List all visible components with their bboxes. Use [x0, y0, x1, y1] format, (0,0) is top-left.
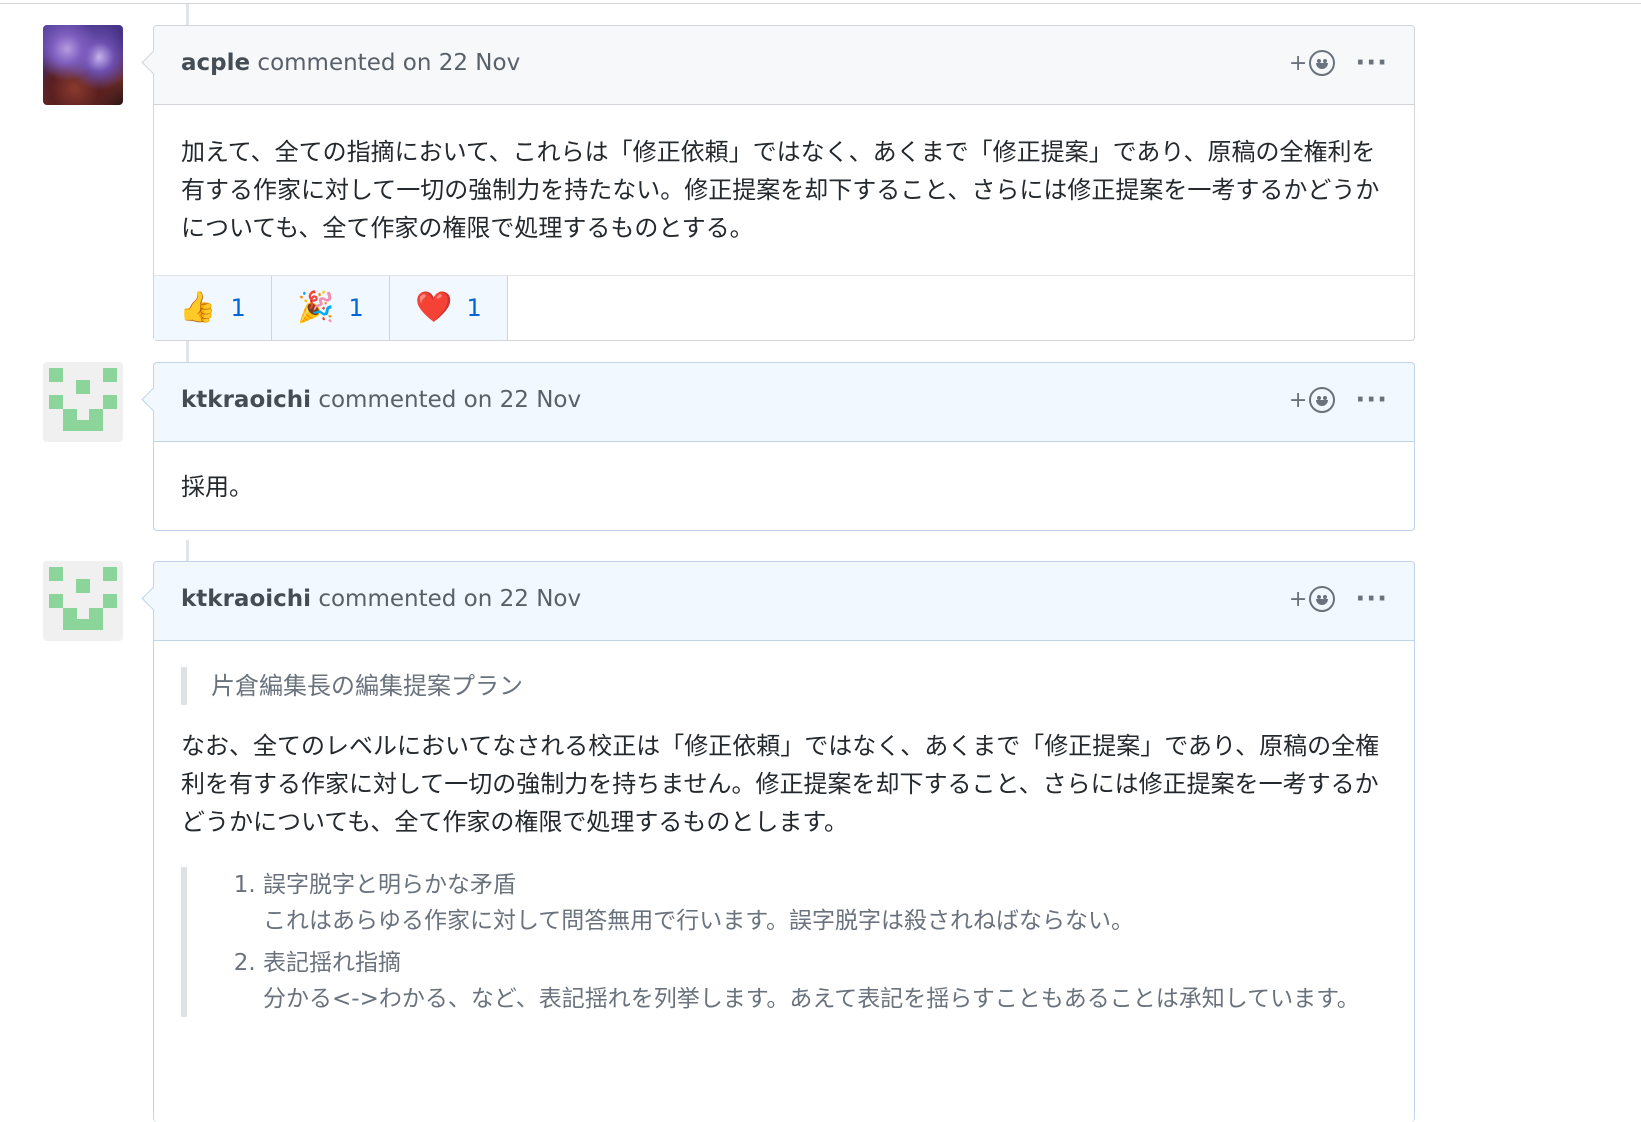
comment-header-text: acple commented on 22 Nov — [181, 50, 520, 76]
tada-icon: 🎉 — [297, 290, 335, 325]
comment-body: 採用。 — [181, 473, 253, 501]
comment: ktkraoichi commented on 22 Nov + ··· 片倉編… — [43, 561, 1415, 1122]
timeline-connector — [186, 4, 189, 25]
comment-header: ktkraoichi commented on 22 Nov + ··· — [154, 562, 1414, 641]
plus-icon: + — [1288, 586, 1308, 612]
comment-header-text: ktkraoichi commented on 22 Nov — [181, 387, 581, 413]
comment-box: ktkraoichi commented on 22 Nov + ··· 採用。 — [153, 362, 1415, 531]
comment-actions: + ··· — [1289, 50, 1388, 76]
comment-meta[interactable]: commented on 22 Nov — [318, 387, 581, 413]
comment: acple commented on 22 Nov + ··· 加えて、全ての指… — [43, 25, 1415, 341]
comment-body: 加えて、全ての指摘において、これらは「修正依頼」ではなく、あくまで「修正提案」で… — [181, 138, 1380, 242]
comment-actions: + ··· — [1289, 387, 1388, 413]
smiley-icon — [1309, 586, 1336, 612]
add-reaction-button[interactable]: + — [1288, 586, 1336, 612]
comment-actions: + ··· — [1289, 586, 1388, 612]
comment-box: acple commented on 22 Nov + ··· 加えて、全ての指… — [153, 25, 1415, 341]
list-item: 誤字脱字と明らかな矛盾 これはあらゆる作家に対して問答無用で行います。誤字脱字は… — [263, 867, 1387, 939]
comment-header: acple commented on 22 Nov + ··· — [154, 26, 1414, 105]
comment-box: ktkraoichi commented on 22 Nov + ··· 片倉編… — [153, 561, 1415, 1122]
avatar[interactable] — [43, 362, 123, 442]
more-options-button[interactable]: ··· — [1355, 586, 1388, 612]
comment-meta[interactable]: commented on 22 Nov — [318, 586, 581, 612]
comment-header: ktkraoichi commented on 22 Nov + ··· — [154, 363, 1414, 442]
comment-body: 片倉編集長の編集提案プラン なお、全てのレベルにおいてなされる校正は「修正依頼」… — [154, 641, 1414, 1049]
author-link[interactable]: acple — [181, 50, 250, 76]
smiley-icon — [1309, 387, 1336, 413]
ordered-list: 誤字脱字と明らかな矛盾 これはあらゆる作家に対して問答無用で行います。誤字脱字は… — [211, 867, 1387, 1017]
list-item: 表記揺れ指摘 分かる<->わかる、など、表記揺れを列挙します。あえて表記を揺らす… — [263, 945, 1387, 1017]
avatar[interactable] — [43, 25, 123, 105]
smiley-icon — [1309, 50, 1336, 76]
reaction-thumbs-up[interactable]: 👍 1 — [154, 276, 272, 340]
reaction-heart[interactable]: ❤️ 1 — [390, 276, 508, 340]
more-options-button[interactable]: ··· — [1355, 387, 1388, 413]
comment: ktkraoichi commented on 22 Nov + ··· 採用。 — [43, 362, 1415, 531]
more-options-button[interactable]: ··· — [1355, 50, 1388, 76]
reaction-tada[interactable]: 🎉 1 — [272, 276, 390, 340]
top-divider — [0, 0, 1641, 4]
timeline-connector — [186, 341, 189, 363]
avatar[interactable] — [43, 561, 123, 641]
list-item-desc: これはあらゆる作家に対して問答無用で行います。誤字脱字は殺されねばならない。 — [263, 908, 1135, 934]
add-reaction-button[interactable]: + — [1288, 387, 1336, 413]
reaction-count: 1 — [348, 294, 364, 322]
blockquote: 片倉編集長の編集提案プラン — [181, 667, 1387, 705]
author-link[interactable]: ktkraoichi — [181, 387, 311, 413]
timeline-connector — [186, 540, 189, 562]
comment-meta[interactable]: commented on 22 Nov — [257, 50, 520, 76]
reaction-count: 1 — [230, 294, 246, 322]
comment-header-text: ktkraoichi commented on 22 Nov — [181, 586, 581, 612]
heart-icon: ❤️ — [415, 290, 453, 325]
plus-icon: + — [1288, 387, 1308, 413]
author-link[interactable]: ktkraoichi — [181, 586, 311, 612]
blockquote-list: 誤字脱字と明らかな矛盾 これはあらゆる作家に対して問答無用で行います。誤字脱字は… — [181, 867, 1387, 1017]
reaction-count: 1 — [466, 294, 482, 322]
paragraph: なお、全てのレベルにおいてなされる校正は「修正依頼」ではなく、あくまで「修正提案… — [181, 732, 1380, 836]
reactions-bar: 👍 1 🎉 1 ❤️ 1 — [154, 275, 1414, 340]
list-item-title: 表記揺れ指摘 — [263, 950, 401, 976]
thumbs-up-icon: 👍 — [179, 290, 217, 325]
list-item-desc: 分かる<->わかる、など、表記揺れを列挙します。あえて表記を揺らすこともあること… — [263, 986, 1360, 1012]
plus-icon: + — [1288, 50, 1308, 76]
add-reaction-button[interactable]: + — [1288, 50, 1336, 76]
list-item-title: 誤字脱字と明らかな矛盾 — [263, 872, 516, 898]
